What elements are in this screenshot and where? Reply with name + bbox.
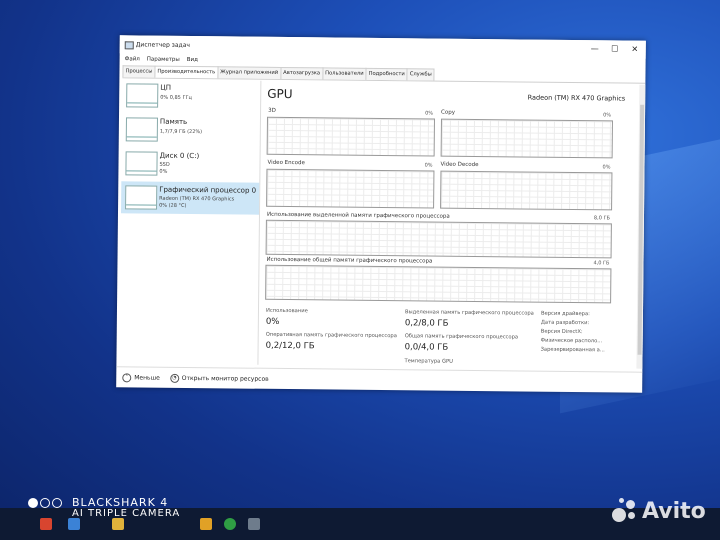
sidebar-item-detail: 0% (28 °C): [159, 202, 187, 209]
gpu-ram-label: Оперативная память графического процессо…: [265, 331, 397, 340]
dedicated-memory-max: 8,0 ГБ: [593, 215, 610, 222]
dedicated-memory-value: 0,2/8,0 ГБ: [404, 318, 449, 329]
engine-pct-video-encode: 0%: [424, 162, 433, 169]
watermark-camera: AI TRIPLE CAMERA: [72, 508, 181, 519]
gpu-ram-value: 0,2/12,0 ГБ: [265, 340, 315, 352]
sidebar-item-disk[interactable]: Диск 0 (C:) SSD 0%: [121, 147, 259, 180]
physical-location-label: Физическое располо...: [540, 337, 603, 345]
footer-bar: ˄ Меньше ◔ Открыть монитор ресурсов: [116, 366, 643, 393]
gpu-model-name: Radeon (TM) RX 470 Graphics: [527, 93, 626, 103]
window-title: Диспетчер задач: [135, 41, 190, 49]
performance-sidebar: ЦП 0% 0,85 ГГц Память 1,7/7,9 ГБ (22%) Д…: [119, 79, 262, 365]
page-title: GPU: [267, 86, 293, 102]
avito-logo-icon: [612, 498, 638, 524]
menu-view[interactable]: Вид: [187, 57, 198, 63]
camera-dots-icon: [28, 498, 62, 508]
sidebar-item-detail: SSD: [159, 161, 170, 168]
engine-pct-copy: 0%: [603, 112, 612, 119]
shared-memory-value: 0,0/4,0 ГБ: [404, 342, 449, 353]
sidebar-item-label: Память: [159, 117, 188, 126]
tab-details[interactable]: Подробности: [365, 67, 408, 81]
shared-memory-max: 4,0 ГБ: [593, 260, 610, 267]
resource-monitor-label: Открыть монитор ресурсов: [181, 374, 269, 383]
menu-options[interactable]: Параметры: [147, 57, 180, 63]
engine-graph-copy: [440, 118, 613, 159]
shared-memory-graph-label: Использование общей памяти графического …: [266, 256, 433, 265]
engine-label-video-encode: Video Encode: [267, 159, 305, 167]
engine-pct-3d: 0%: [425, 110, 434, 117]
open-resource-monitor-link[interactable]: ◔ Открыть монитор ресурсов: [169, 373, 269, 383]
task-manager-window: Диспетчер задач — ☐ ✕ Файл Параметры Вид…: [116, 35, 646, 393]
tab-processes[interactable]: Процессы: [122, 65, 156, 78]
app-icon[interactable]: [40, 518, 52, 530]
memory-thumbnail-graph: [125, 117, 158, 142]
sidebar-item-gpu[interactable]: Графический процессор 0 Radeon (TM) RX 4…: [120, 181, 260, 215]
sidebar-item-memory[interactable]: Память 1,7/7,9 ГБ (22%): [122, 113, 260, 146]
sidebar-item-detail: 0% 0,85 ГГц: [160, 94, 192, 102]
tab-startup[interactable]: Автозагрузка: [280, 66, 324, 80]
sidebar-item-detail: Radeon (TM) RX 470 Graphics: [159, 195, 235, 203]
engine-pct-video-decode: 0%: [602, 164, 611, 171]
dedicated-memory-graph-label: Использование выделенной памяти графичес…: [266, 211, 450, 220]
engine-label-copy: Copy: [441, 109, 456, 116]
sidebar-item-label: Диск 0 (C:): [159, 151, 200, 161]
dedicated-memory-label: Выделенная память графического процессор…: [404, 309, 534, 317]
gpu-temperature-label: Температура GPU: [404, 358, 453, 365]
maximize-button[interactable]: ☐: [608, 43, 622, 55]
resource-monitor-icon: ◔: [169, 373, 179, 383]
disk-thumbnail-graph: [125, 151, 158, 176]
fewer-details-button[interactable]: ˄ Меньше: [122, 372, 160, 382]
task-manager-icon: [124, 41, 134, 50]
gpu-detail-panel: GPU Radeon (TM) RX 470 Graphics 3D 0% Co…: [260, 81, 637, 369]
close-button[interactable]: ✕: [628, 44, 642, 56]
engine-label-3d: 3D: [268, 107, 276, 114]
menu-file[interactable]: Файл: [125, 56, 140, 62]
folder-icon[interactable]: [112, 518, 124, 530]
driver-version-label: Версия драйвера:: [540, 310, 590, 318]
cpu-thumbnail-graph: [126, 83, 159, 108]
sidebar-item-detail: 0%: [159, 168, 168, 175]
tab-services[interactable]: Службы: [406, 68, 435, 81]
minimize-button[interactable]: —: [588, 43, 602, 55]
engine-graph-video-encode: [266, 168, 435, 209]
chevron-up-icon: ˄: [122, 372, 132, 382]
avito-watermark: Avito: [612, 498, 706, 524]
shared-memory-graph: [265, 264, 612, 304]
engine-label-video-decode: Video Decode: [440, 161, 479, 169]
tab-users[interactable]: Пользователи: [322, 67, 367, 80]
usage-value: 0%: [265, 316, 280, 327]
task-manager-taskbar-icon[interactable]: [248, 518, 260, 530]
sidebar-item-label: ЦП: [160, 83, 172, 92]
browser-icon[interactable]: [224, 518, 236, 530]
fewer-details-label: Меньше: [134, 373, 160, 382]
gpu-thumbnail-graph: [125, 185, 158, 210]
sidebar-item-detail: 1,7/7,9 ГБ (22%): [159, 128, 203, 136]
engine-graph-3d: [266, 116, 436, 157]
sidebar-item-cpu[interactable]: ЦП 0% 0,85 ГГц: [122, 79, 260, 112]
app-icon[interactable]: [200, 518, 212, 530]
avito-text: Avito: [642, 498, 706, 524]
tab-app-history[interactable]: Журнал приложений: [217, 66, 282, 79]
app-icon[interactable]: [68, 518, 80, 530]
dedicated-memory-graph: [265, 219, 612, 259]
driver-date-label: Дата разработки:: [540, 319, 590, 327]
shared-memory-label: Общая память графического процессора: [404, 333, 519, 341]
tab-performance[interactable]: Производительность: [154, 65, 219, 79]
engine-graph-video-decode: [440, 170, 613, 211]
reserved-memory-label: Зарезервированная а...: [540, 346, 605, 354]
directx-version-label: Версия DirectX:: [540, 328, 583, 336]
sidebar-item-label: Графический процессор 0: [159, 185, 257, 195]
usage-label: Использование: [265, 307, 308, 315]
